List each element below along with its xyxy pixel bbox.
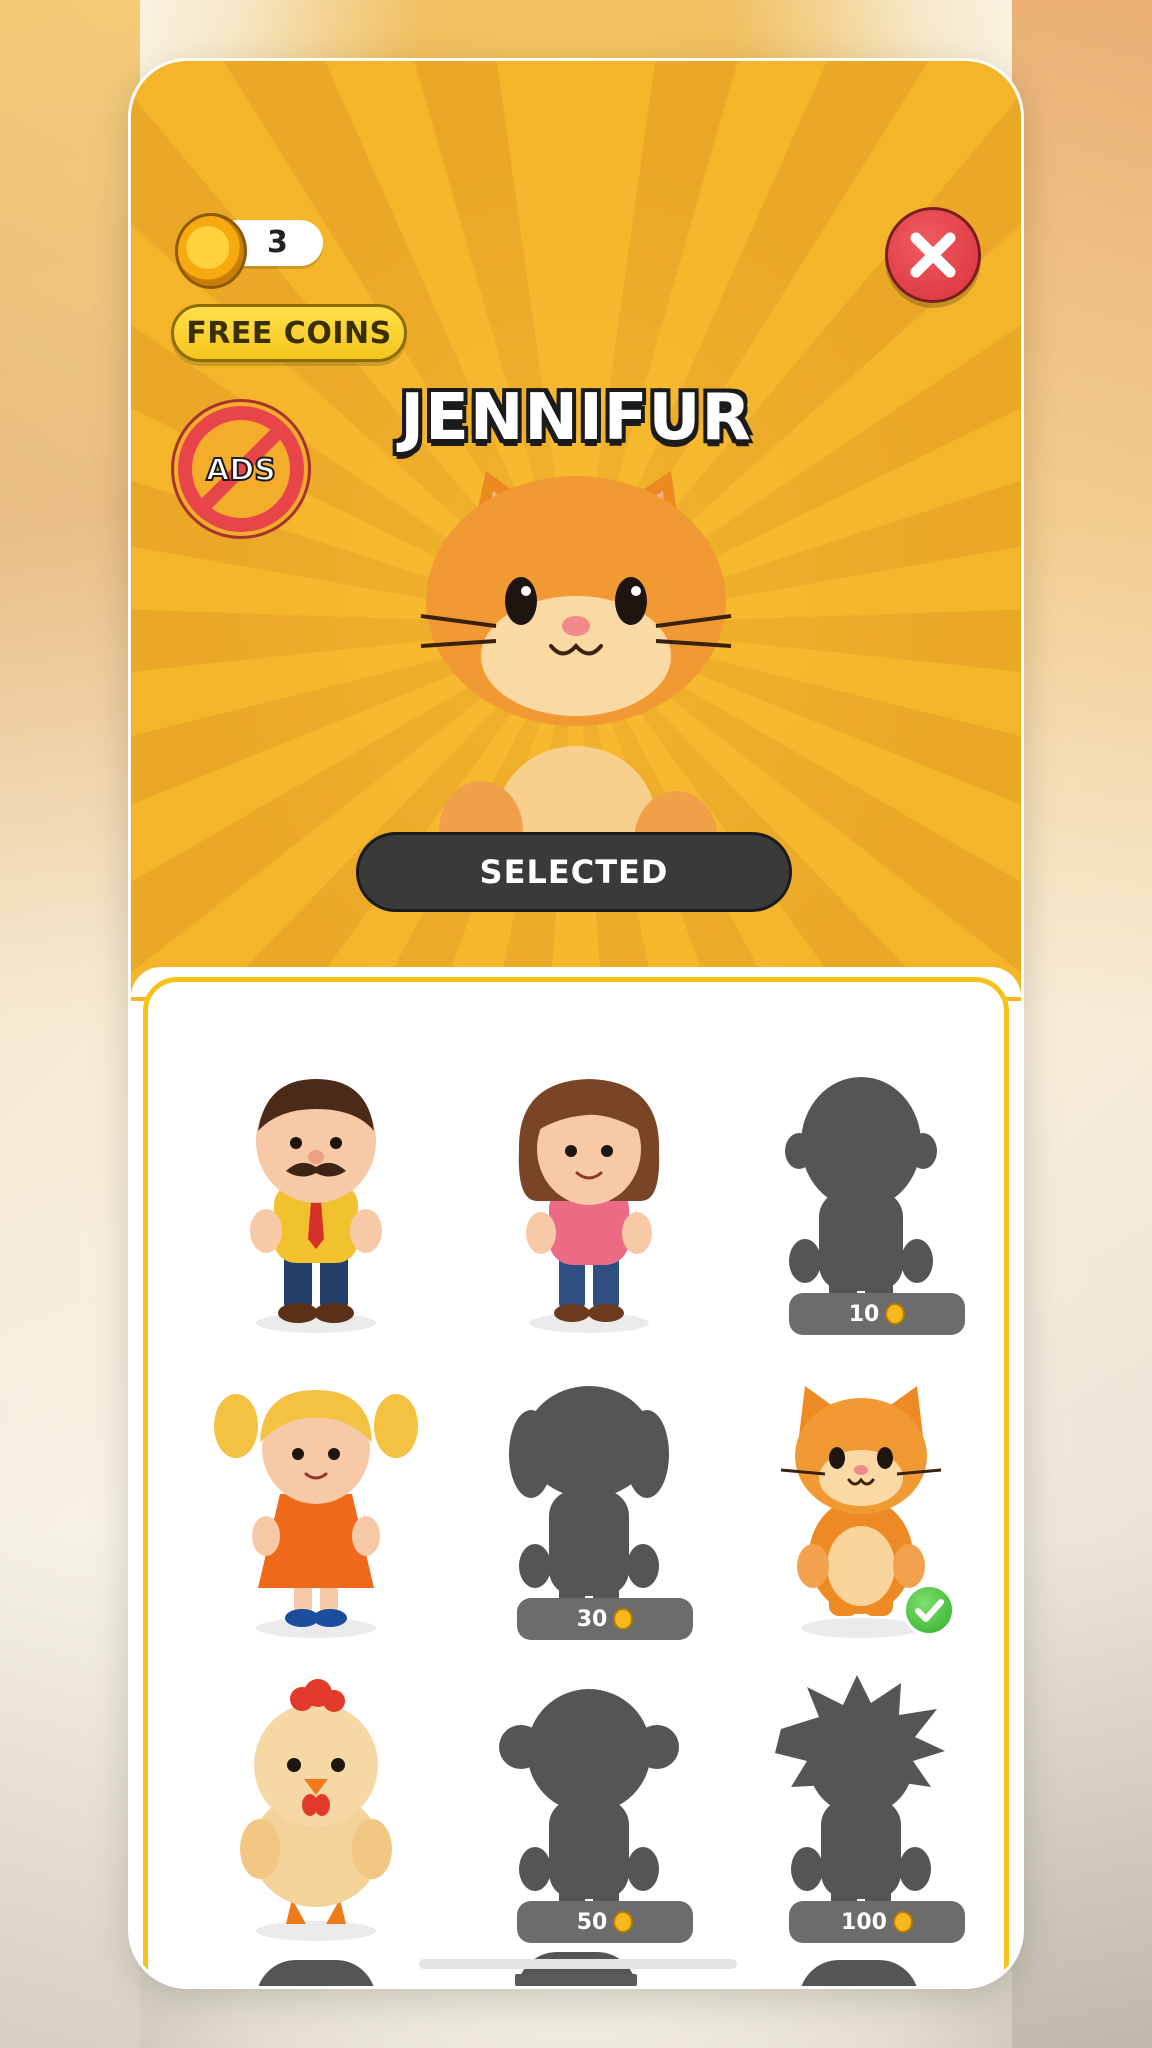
character-card-locked-100[interactable]: 100 — [741, 1669, 981, 1949]
price-value: 10 — [848, 1301, 880, 1327]
price-value: 100 — [841, 1909, 887, 1935]
coin-count: 3 — [267, 225, 288, 260]
price-value: 50 — [576, 1909, 608, 1935]
mom-character — [518, 1079, 660, 1333]
coin-icon — [613, 1608, 634, 1630]
character-card-mom[interactable] — [469, 1061, 709, 1341]
scroll-indicator-track[interactable] — [419, 1959, 737, 1969]
price-tag: 100 — [789, 1901, 965, 1943]
price-tag: 50 — [517, 1901, 693, 1943]
character-name: JENNIFUR — [400, 381, 752, 455]
character-card-dad[interactable] — [196, 1061, 436, 1341]
coin-counter: 3 — [175, 213, 325, 289]
scroll-indicator-thumb[interactable] — [515, 1974, 637, 1986]
partial-locked-character — [248, 1956, 384, 1986]
dad-character — [250, 1079, 382, 1333]
price-tag: 10 — [789, 1293, 965, 1335]
partial-locked-character — [791, 1956, 927, 1986]
featured-cat-character — [420, 471, 732, 891]
background-blur-right — [1012, 0, 1152, 2048]
character-card-cat-selected[interactable] — [741, 1366, 981, 1646]
girl-character — [214, 1390, 418, 1638]
character-card-girl[interactable] — [196, 1366, 436, 1646]
background-blur-left — [0, 0, 140, 2048]
character-select-screen: 3 FREE COINS ADS JENNIFUR SELECTED 10 30… — [131, 61, 1021, 1986]
selected-button[interactable]: SELECTED — [356, 832, 792, 912]
checkmark-icon — [915, 1599, 944, 1622]
character-card-chicken[interactable] — [196, 1669, 436, 1949]
price-value: 30 — [576, 1606, 608, 1632]
coin-icon — [175, 213, 247, 289]
chicken-character — [240, 1679, 392, 1941]
coin-icon — [613, 1911, 634, 1933]
selected-check-badge — [903, 1584, 955, 1636]
price-tag: 30 — [517, 1598, 693, 1640]
no-ads-label: ADS — [206, 453, 276, 488]
coin-icon — [892, 1911, 913, 1933]
character-card-locked-10[interactable]: 10 — [741, 1061, 981, 1341]
free-coins-button[interactable]: FREE COINS — [171, 304, 407, 362]
character-card-locked-50[interactable]: 50 — [469, 1669, 709, 1949]
character-card-locked-30[interactable]: 30 — [469, 1366, 709, 1646]
close-button[interactable] — [885, 207, 981, 303]
close-icon — [910, 232, 956, 278]
coin-icon — [885, 1303, 906, 1325]
